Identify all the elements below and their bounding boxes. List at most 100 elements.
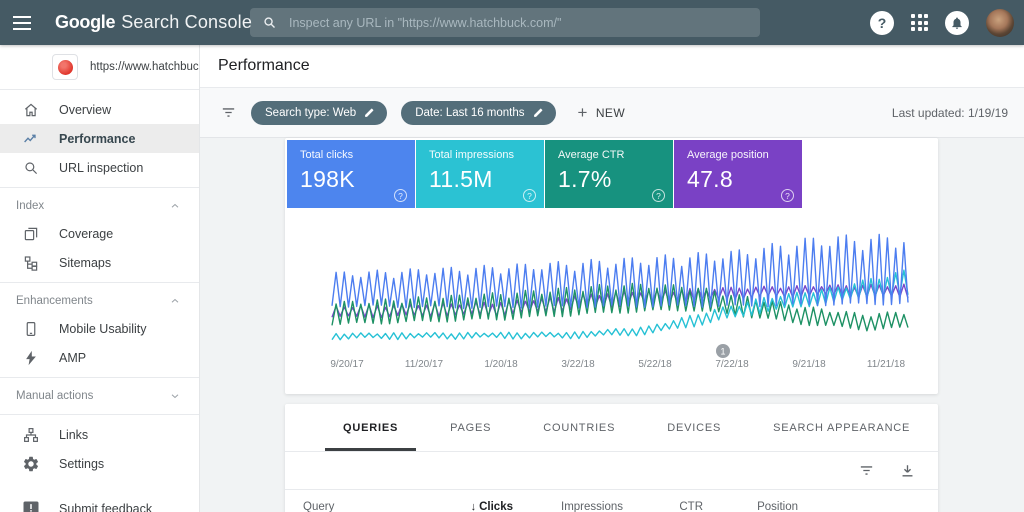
- sidebar-item-label: URL inspection: [59, 161, 143, 175]
- help-icon[interactable]: ?: [870, 11, 894, 35]
- tab-countries[interactable]: COUNTRIES: [517, 404, 641, 451]
- column-header-query[interactable]: Query: [303, 501, 427, 512]
- apps-grid-icon[interactable]: [911, 14, 928, 31]
- phone-icon: [22, 320, 40, 338]
- sidebar-item-submit-feedback[interactable]: Submit feedback: [0, 494, 199, 512]
- app-logo[interactable]: Google Search Console: [55, 12, 252, 33]
- column-header-position[interactable]: Position: [703, 501, 798, 512]
- user-avatar[interactable]: [986, 9, 1014, 37]
- pages-icon: [22, 225, 40, 243]
- sidebar-item-label: Coverage: [59, 227, 113, 241]
- last-updated-text: Last updated: 1/19/19: [892, 106, 1008, 120]
- search-type-chip[interactable]: Search type: Web: [251, 101, 387, 125]
- tab-pages[interactable]: PAGES: [424, 404, 517, 451]
- plus-icon: +: [578, 103, 588, 123]
- metric-label: Average CTR: [558, 149, 673, 161]
- sidebar-item-label: AMP: [59, 351, 86, 365]
- metric-label: Total clicks: [300, 149, 415, 161]
- tab-queries[interactable]: QUERIES: [317, 404, 424, 451]
- sidebar-section-manual-actions[interactable]: Manual actions: [0, 383, 199, 409]
- main-content: Performance Search type: Web Date: Last …: [200, 45, 1024, 512]
- chevron-down-icon: [169, 390, 181, 402]
- svg-text:7/22/18: 7/22/18: [715, 359, 749, 370]
- sidebar-nav: Overview Performance URL inspection Inde…: [0, 90, 199, 512]
- metric-cards: Total clicks 198K ? Total impressions 11…: [287, 140, 802, 208]
- url-inspect-searchbox[interactable]: [250, 8, 760, 37]
- performance-chart-panel: Total clicks 198K ? Total impressions 11…: [285, 138, 938, 394]
- spacer: [0, 478, 199, 494]
- dimensions-table-panel: QUERIES PAGES COUNTRIES DEVICES SEARCH A…: [285, 404, 938, 512]
- logo-search-console: Search Console: [121, 12, 252, 33]
- page-header: Performance: [200, 45, 1024, 88]
- sitemap-tree-icon: [22, 254, 40, 272]
- help-circle-icon[interactable]: ?: [523, 189, 536, 202]
- sidebar-item-url-inspection[interactable]: URL inspection: [0, 153, 199, 182]
- sidebar-item-settings[interactable]: Settings: [0, 449, 199, 478]
- performance-chart[interactable]: 9/20/1711/20/171/20/183/22/185/22/187/22…: [285, 210, 938, 394]
- svg-text:1/20/18: 1/20/18: [484, 359, 518, 370]
- page-title: Performance: [218, 57, 310, 75]
- sidebar-item-label: Overview: [59, 103, 111, 117]
- svg-text:11/20/17: 11/20/17: [405, 359, 444, 370]
- filter-bar: Search type: Web Date: Last 16 months + …: [200, 88, 1024, 138]
- sidebar-item-label: Mobile Usability: [59, 322, 147, 336]
- property-selector[interactable]: https://www.hatchbuck.com/: [0, 45, 199, 90]
- notifications-bell-icon[interactable]: [945, 11, 969, 35]
- gear-icon: [22, 455, 40, 473]
- total-clicks-card[interactable]: Total clicks 198K ?: [287, 140, 415, 208]
- table-header-row: Query ↓Clicks Impressions CTR Position: [285, 489, 938, 512]
- filter-list-icon[interactable]: [220, 104, 237, 121]
- feedback-icon: [22, 500, 40, 512]
- tab-search-appearance[interactable]: SEARCH APPEARANCE: [747, 404, 936, 451]
- property-url: https://www.hatchbuck.com/: [90, 61, 200, 73]
- menu-icon[interactable]: [0, 16, 44, 30]
- date-range-chip[interactable]: Date: Last 16 months: [401, 101, 555, 125]
- table-toolbar: [285, 452, 938, 489]
- sidebar-item-mobile-usability[interactable]: Mobile Usability: [0, 314, 199, 343]
- column-header-clicks[interactable]: ↓Clicks: [427, 501, 513, 512]
- svg-text:9/21/18: 9/21/18: [792, 359, 826, 370]
- column-header-impressions[interactable]: Impressions: [513, 501, 623, 512]
- chevron-up-icon: [169, 295, 181, 307]
- help-circle-icon[interactable]: ?: [781, 189, 794, 202]
- property-favicon: [52, 54, 78, 80]
- section-label: Manual actions: [16, 390, 93, 402]
- new-filter-button[interactable]: + NEW: [578, 103, 626, 123]
- sidebar-section-enhancements[interactable]: Enhancements: [0, 288, 199, 314]
- sidebar-item-performance[interactable]: Performance: [0, 124, 199, 153]
- average-ctr-card[interactable]: Average CTR 1.7% ?: [545, 140, 673, 208]
- dimension-tabs: QUERIES PAGES COUNTRIES DEVICES SEARCH A…: [285, 404, 938, 452]
- sidebar-item-label: Sitemaps: [59, 256, 111, 270]
- performance-chart-icon: [22, 130, 40, 148]
- sidebar-item-amp[interactable]: AMP: [0, 343, 199, 372]
- download-icon[interactable]: [899, 462, 916, 479]
- sidebar-item-coverage[interactable]: Coverage: [0, 219, 199, 248]
- svg-text:9/20/17: 9/20/17: [330, 359, 364, 370]
- sidebar-section-index[interactable]: Index: [0, 193, 199, 219]
- chip-label: Date: Last 16 months: [415, 107, 524, 119]
- total-impressions-card[interactable]: Total impressions 11.5M ?: [416, 140, 544, 208]
- section-label: Index: [16, 200, 44, 212]
- sidebar-item-overview[interactable]: Overview: [0, 95, 199, 124]
- tab-devices[interactable]: DEVICES: [641, 404, 747, 451]
- sidebar-item-label: Links: [59, 428, 88, 442]
- help-circle-icon[interactable]: ?: [652, 189, 665, 202]
- svg-text:3/22/18: 3/22/18: [561, 359, 595, 370]
- table-filter-icon[interactable]: [858, 462, 875, 479]
- help-circle-icon[interactable]: ?: [394, 189, 407, 202]
- column-header-ctr[interactable]: CTR: [623, 501, 703, 512]
- sidebar-item-sitemaps[interactable]: Sitemaps: [0, 248, 199, 277]
- metric-label: Average position: [687, 149, 802, 161]
- average-position-card[interactable]: Average position 47.8 ?: [674, 140, 802, 208]
- svg-text:11/21/18: 11/21/18: [867, 359, 906, 370]
- sidebar-item-label: Performance: [59, 132, 135, 146]
- sidebar-item-label: Settings: [59, 457, 104, 471]
- chevron-up-icon: [169, 200, 181, 212]
- divider: [0, 414, 199, 415]
- sidebar-item-links[interactable]: Links: [0, 420, 199, 449]
- magnifier-icon: [22, 159, 40, 177]
- metric-label: Total impressions: [429, 149, 544, 161]
- url-inspect-input[interactable]: [289, 16, 748, 30]
- divider: [0, 187, 199, 188]
- section-label: Enhancements: [16, 295, 93, 307]
